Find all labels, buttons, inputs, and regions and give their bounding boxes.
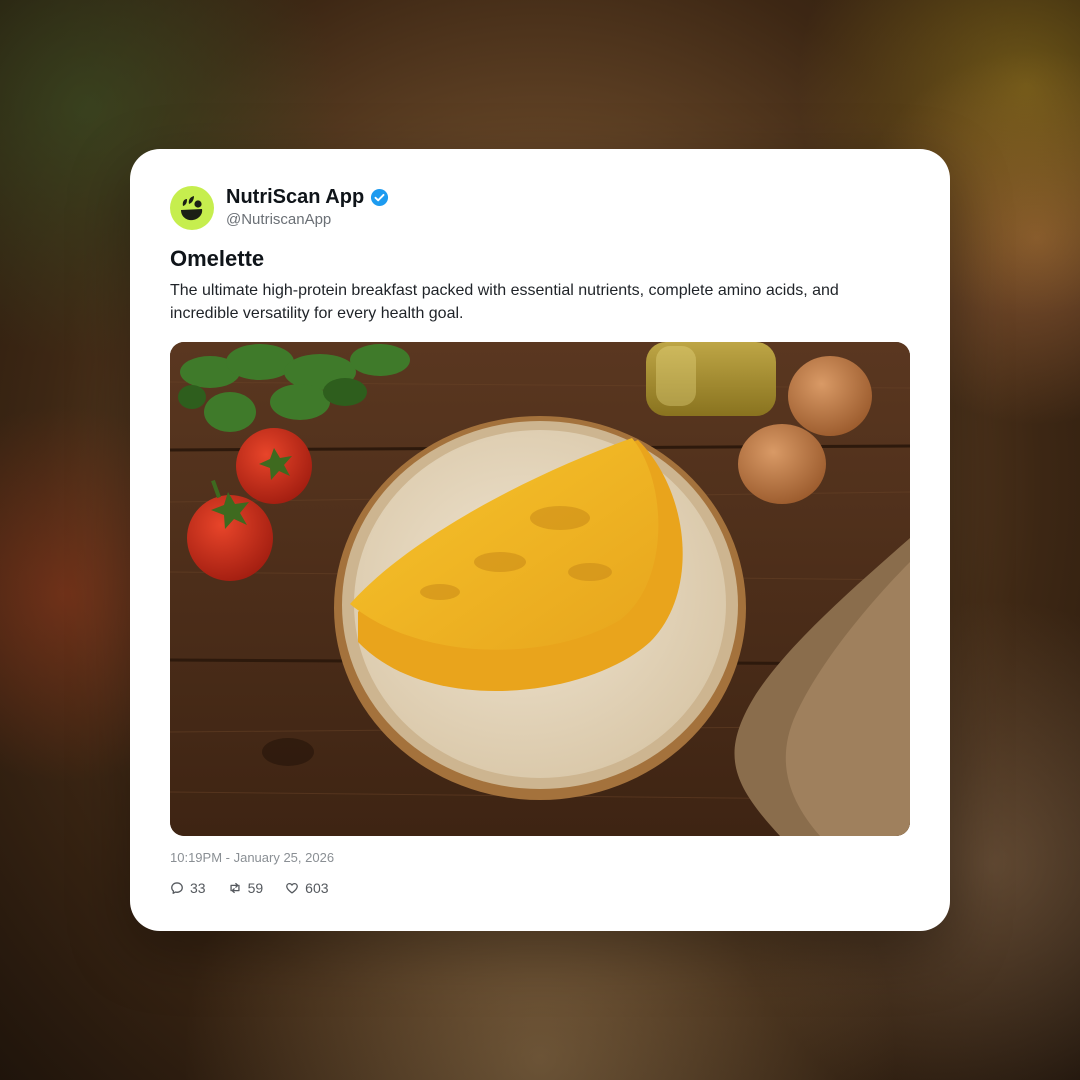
author-name[interactable]: NutriScan App bbox=[226, 185, 364, 209]
like-button[interactable]: 603 bbox=[285, 880, 329, 896]
verified-badge-icon bbox=[370, 188, 389, 207]
reply-button[interactable]: 33 bbox=[170, 880, 206, 896]
post-card: NutriScan App @NutriscanApp Omelette The… bbox=[130, 149, 950, 931]
author-handle[interactable]: @NutriscanApp bbox=[226, 210, 389, 230]
avatar[interactable] bbox=[170, 185, 214, 230]
repost-button[interactable]: 59 bbox=[228, 880, 264, 896]
like-count: 603 bbox=[305, 880, 329, 896]
reply-count: 33 bbox=[190, 880, 206, 896]
heart-icon bbox=[286, 882, 299, 894]
food-photo-illustration bbox=[170, 342, 910, 836]
post-header: NutriScan App @NutriscanApp bbox=[170, 185, 389, 230]
post-body: The ultimate high-protein breakfast pack… bbox=[170, 282, 839, 322]
post-actions: 33 59 603 bbox=[170, 880, 351, 896]
post-title: Omelette bbox=[170, 246, 265, 271]
repost-icon bbox=[229, 882, 240, 894]
repost-count: 59 bbox=[247, 880, 264, 896]
post-timestamp[interactable]: 10:19PM - January 25, 2026 bbox=[170, 850, 334, 865]
omelette-photo[interactable] bbox=[170, 342, 910, 836]
reply-icon bbox=[171, 882, 183, 894]
author-block: NutriScan App @NutriscanApp bbox=[226, 185, 389, 230]
leaf-logo-icon bbox=[181, 195, 203, 220]
